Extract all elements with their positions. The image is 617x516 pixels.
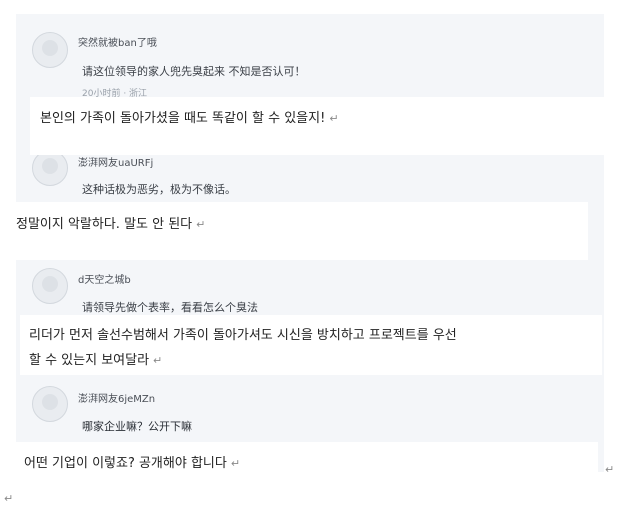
comment-text: 这种话极为恶劣，极为不像话。 <box>82 183 236 196</box>
comment-text: 哪家企业嘛？公开下嘛 <box>82 420 192 433</box>
avatar[interactable] <box>32 268 68 304</box>
comment-username[interactable]: 澎湃网友uaURFj <box>78 154 153 169</box>
comment-text: 请这位领导的家人兜先臭起来 不知是否认可！ <box>82 65 306 78</box>
translation-text: 본인의 가족이 돌아가셨을 때도 똑같이 할 수 있을지! <box>40 111 326 126</box>
return-mark: ↵ <box>329 112 339 125</box>
paragraph-mark: ↵ <box>4 492 14 505</box>
return-mark: ↵ <box>230 457 241 470</box>
translation-box: 본인의 가족이 돌아가셨을 때도 똑같이 할 수 있을지! ↵ <box>30 97 604 155</box>
translation-text: 할 수 있는지 보여달라 <box>29 353 150 368</box>
comment-username[interactable]: 突然就被ban了哦 <box>78 34 157 49</box>
avatar[interactable] <box>32 386 68 422</box>
translation-box: 정말이지 악랄하다. 말도 안 된다 ↵ <box>8 202 588 260</box>
translation-line: 리더가 먼저 솔선수범해서 가족이 돌아가셔도 시신을 방치하고 프로젝트를 우… <box>29 328 457 343</box>
translation-text: 어떤 기업이 이렇죠? 공개해야 합니다 <box>24 456 227 471</box>
comment-username[interactable]: 澎湃网友6jeMZn <box>78 390 155 405</box>
avatar[interactable] <box>32 150 68 186</box>
comment-text: 请领导先做个表率，看看怎么个臭法 <box>82 301 258 314</box>
comment-username[interactable]: d天空之城b <box>78 271 131 286</box>
translation-box: 리더가 먼저 솔선수범해서 가족이 돌아가셔도 시신을 방치하고 프로젝트를 우… <box>20 315 602 375</box>
translation-text: 정말이지 악랄하다. 말도 안 된다 <box>16 217 193 232</box>
avatar[interactable] <box>32 32 68 68</box>
translation-box: 어떤 기업이 이렇죠? 공개해야 합니다 ↵ <box>14 442 598 476</box>
paragraph-mark: ↵ <box>605 463 615 476</box>
return-mark: ↵ <box>196 218 206 231</box>
return-mark: ↵ <box>153 354 163 367</box>
